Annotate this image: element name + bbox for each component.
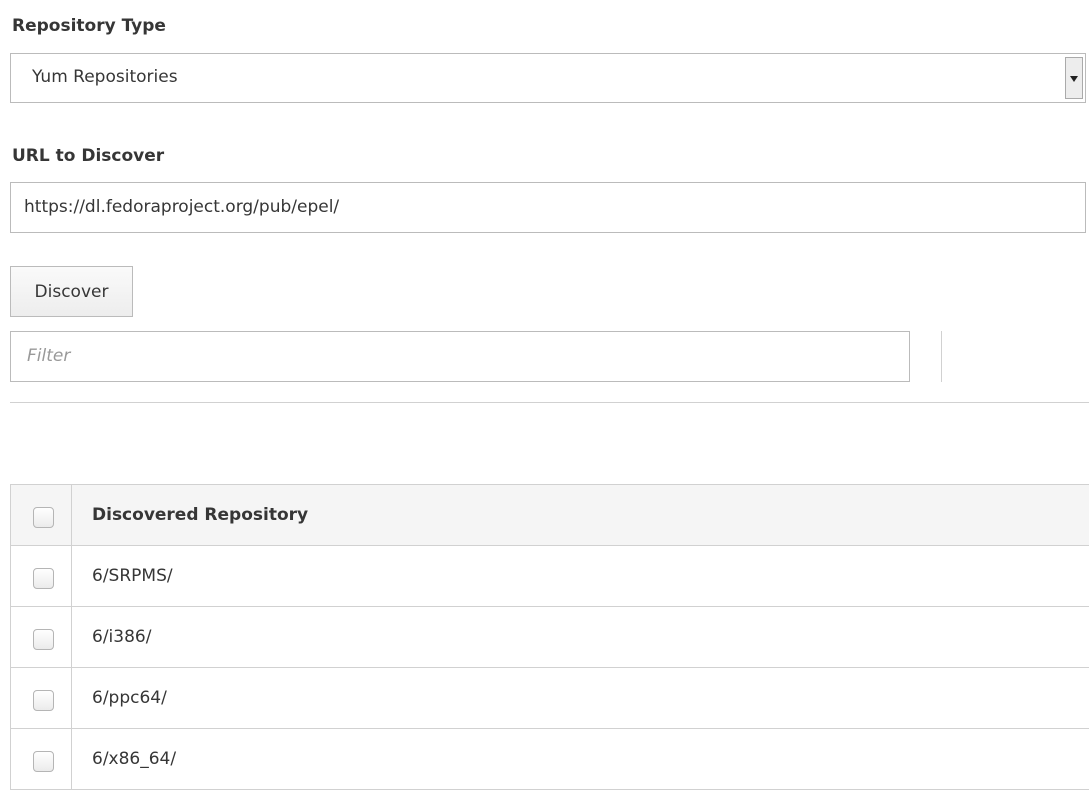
dropdown-arrow-icon[interactable] (1065, 57, 1083, 99)
discovered-repository-column-header: Discovered Repository (92, 505, 309, 525)
select-all-checkbox[interactable] (33, 507, 54, 528)
repository-type-label: Repository Type (12, 16, 166, 36)
row-checkbox[interactable] (33, 690, 54, 711)
table-row: 6/i386/ (10, 607, 1089, 668)
filter-input[interactable] (10, 331, 910, 382)
row-select-cell (11, 607, 72, 667)
discover-button[interactable]: Discover (10, 266, 133, 317)
repository-discovery-form: Repository Type Yum Repositories URL to … (0, 0, 1089, 790)
section-divider (10, 402, 1089, 403)
row-select-cell (11, 668, 72, 728)
table-row: 6/ppc64/ (10, 668, 1089, 729)
select-all-cell (11, 485, 72, 545)
repository-name: 6/ppc64/ (92, 688, 167, 708)
repository-name: 6/x86_64/ (92, 749, 177, 769)
discovered-repositories-table: Discovered Repository 6/SRPMS/ 6/i386/ 6… (10, 484, 1089, 790)
repository-name: 6/SRPMS/ (92, 566, 173, 586)
repository-type-select[interactable]: Yum Repositories (10, 53, 1086, 103)
table-row: 6/x86_64/ (10, 729, 1089, 790)
row-select-cell (11, 729, 72, 789)
row-checkbox[interactable] (33, 629, 54, 650)
repository-name: 6/i386/ (92, 627, 152, 647)
url-to-discover-input[interactable]: https://dl.fedoraproject.org/pub/epel/ (10, 182, 1086, 233)
row-checkbox[interactable] (33, 568, 54, 589)
table-row: 6/SRPMS/ (10, 546, 1089, 607)
toolbar-divider (941, 331, 942, 382)
repository-type-selected-value: Yum Repositories (32, 67, 178, 87)
table-header-row: Discovered Repository (10, 485, 1089, 546)
url-to-discover-value: https://dl.fedoraproject.org/pub/epel/ (24, 197, 340, 217)
row-select-cell (11, 546, 72, 606)
row-checkbox[interactable] (33, 751, 54, 772)
url-to-discover-label: URL to Discover (12, 146, 165, 166)
